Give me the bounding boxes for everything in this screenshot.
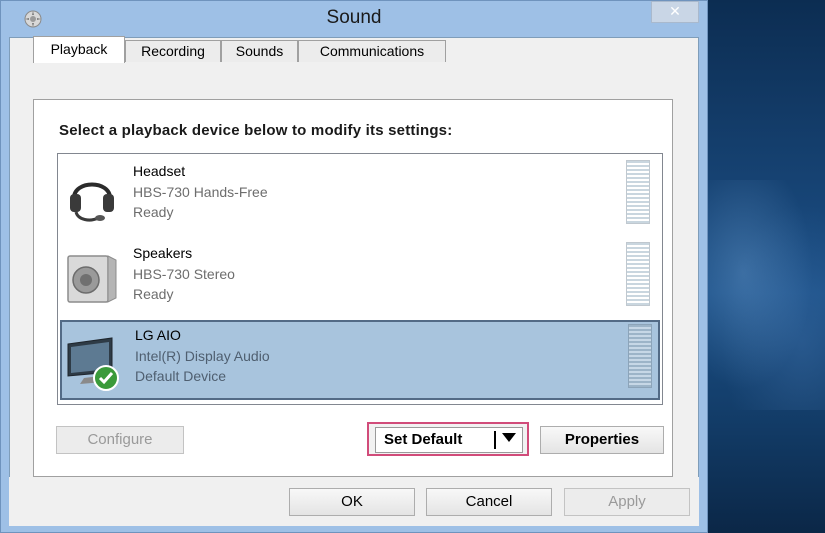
- tab-sounds[interactable]: Sounds: [221, 40, 298, 62]
- tab-label: Sounds: [235, 43, 284, 59]
- volume-meter: [626, 160, 650, 224]
- button-label: Properties: [564, 431, 640, 448]
- speaker-icon: [67, 255, 117, 303]
- playback-device-list[interactable]: Headset HBS-730 Hands-Free Ready Speaker…: [57, 153, 663, 405]
- set-default-button[interactable]: Set Default: [367, 422, 529, 456]
- tab-playback[interactable]: Playback: [33, 36, 125, 63]
- tab-label: Playback: [50, 41, 108, 57]
- device-status: Ready: [133, 286, 174, 302]
- device-item-lg-aio[interactable]: LG AIO Intel(R) Display Audio Default De…: [60, 320, 660, 400]
- sound-dialog: Sound ✕ Playback Recording Sounds Commun…: [0, 0, 708, 533]
- instruction-text: Select a playback device below to modify…: [59, 122, 453, 139]
- ok-button[interactable]: OK: [289, 488, 415, 516]
- title-bar[interactable]: Sound ✕: [1, 1, 707, 37]
- set-default-split-button[interactable]: Set Default: [375, 427, 523, 453]
- cancel-button[interactable]: Cancel: [426, 488, 552, 516]
- button-label: Apply: [608, 493, 646, 510]
- button-label: Set Default: [384, 431, 463, 448]
- tab-recording[interactable]: Recording: [125, 40, 221, 62]
- window-title: Sound: [326, 7, 382, 28]
- button-label: OK: [341, 493, 363, 510]
- volume-meter: [626, 242, 650, 306]
- device-description: HBS-730 Hands-Free: [133, 184, 268, 200]
- device-name: Speakers: [133, 245, 193, 261]
- apply-button[interactable]: Apply: [564, 488, 690, 516]
- button-label: Configure: [87, 431, 153, 448]
- properties-button[interactable]: Properties: [540, 426, 664, 454]
- default-check-icon: [93, 365, 119, 391]
- device-description: Intel(R) Display Audio: [135, 348, 270, 364]
- dropdown-arrow-icon[interactable]: [502, 433, 516, 442]
- tab-communications[interactable]: Communications: [298, 40, 446, 62]
- desktop-background: [708, 0, 825, 533]
- volume-meter: [628, 324, 652, 388]
- configure-button[interactable]: Configure: [56, 426, 184, 454]
- device-item-speakers[interactable]: Speakers HBS-730 Stereo Ready: [60, 238, 660, 318]
- device-name: Headset: [133, 163, 186, 179]
- tab-label: Communications: [319, 43, 425, 59]
- device-item-headset[interactable]: Headset HBS-730 Hands-Free Ready: [60, 156, 660, 236]
- split-divider: [494, 431, 496, 449]
- device-status: Default Device: [135, 368, 227, 384]
- screen: Sound ✕ Playback Recording Sounds Commun…: [0, 0, 825, 533]
- close-button[interactable]: ✕: [651, 1, 699, 23]
- device-name: LG AIO: [135, 327, 181, 343]
- close-icon: ✕: [669, 4, 681, 20]
- button-label: Cancel: [465, 493, 513, 510]
- tab-label: Recording: [141, 43, 205, 59]
- device-description: HBS-730 Stereo: [133, 266, 235, 282]
- device-status: Ready: [133, 204, 174, 220]
- headset-icon: [70, 182, 114, 222]
